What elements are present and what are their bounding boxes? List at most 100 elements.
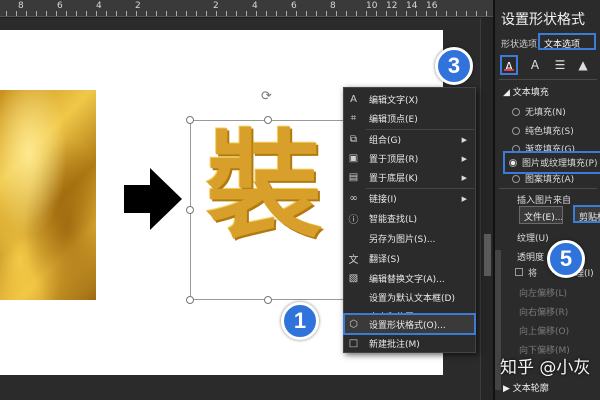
radio-solid-fill[interactable]: 纯色填充(S) xyxy=(512,124,574,137)
menu-item-label: 编辑顶点(E) xyxy=(369,115,418,125)
text-fill-icon[interactable]: A xyxy=(500,55,518,75)
ruler-tick xyxy=(216,11,217,16)
tab-text-options[interactable]: 文本选项 xyxy=(538,33,596,50)
menu-item-format-shape[interactable]: ⬡ 设置形状格式(O)... xyxy=(343,313,476,335)
ruler-tick xyxy=(196,11,197,16)
ruler-tick xyxy=(186,11,187,16)
radio-icon xyxy=(512,107,520,116)
ruler-label: 4 xyxy=(252,1,258,11)
ruler-tick xyxy=(136,11,137,16)
ruler-tick xyxy=(406,11,407,16)
menu-item-bring-to-front[interactable]: ▣ 置于顶层(R) ▶ xyxy=(344,149,475,168)
ruler-tick xyxy=(336,11,337,16)
right-arrow-shape[interactable] xyxy=(124,168,182,230)
menu-item-label: 编辑文字(X) xyxy=(369,96,419,106)
ruler-label: 8 xyxy=(18,1,24,11)
resize-handle[interactable] xyxy=(186,206,194,214)
group-icon: ⧉ xyxy=(349,134,358,145)
menu-item-label: 置于底层(K) xyxy=(369,174,418,184)
ruler-tick xyxy=(456,11,457,16)
transparency-label: 透明度 xyxy=(517,253,545,263)
radio-label: 图片或纹理填充(P) xyxy=(522,159,598,169)
vertical-scrollbar[interactable] xyxy=(480,18,493,400)
menu-item-alt-text[interactable]: ▧ 编辑替换文字(A)... xyxy=(344,269,475,288)
offset-right-label: 向右偏移(R) xyxy=(519,308,569,318)
ruler-label: 12 xyxy=(386,1,398,11)
menu-item-send-to-back[interactable]: ▤ 置于底层(K) ▶ xyxy=(344,168,475,187)
submenu-arrow-icon: ▶ xyxy=(461,194,467,203)
textbox-icon[interactable]: ☰ xyxy=(551,55,569,75)
menu-item-link[interactable]: ∞ 链接(I) ▶ xyxy=(344,189,475,208)
menu-item-set-default-textbox[interactable]: 设置为默认文本框(D) xyxy=(344,288,475,307)
ruler-tick xyxy=(256,11,257,16)
ruler-tick xyxy=(316,11,317,16)
menu-item-save-as-picture[interactable]: 另存为图片(S)... xyxy=(344,229,475,248)
menu-item-label: 编辑替换文字(A)... xyxy=(369,275,445,285)
radio-icon xyxy=(512,144,520,153)
resize-handle[interactable] xyxy=(186,116,194,124)
menu-item-label: 置于顶层(R) xyxy=(369,155,419,165)
ruler-tick xyxy=(276,11,277,16)
ruler-tick xyxy=(96,11,97,16)
menu-item-label: 设置形状格式(O)... xyxy=(369,320,446,331)
gold-foil-image[interactable] xyxy=(0,90,96,300)
smart-lookup-icon: ⓘ xyxy=(348,215,359,226)
translate-icon: 文 xyxy=(348,255,359,266)
tile-checkbox[interactable] xyxy=(515,268,523,276)
menu-item-edit-text[interactable]: A 编辑文字(X) xyxy=(344,90,475,109)
menu-item-smart-lookup[interactable]: ⓘ 智能查找(L) xyxy=(344,209,475,228)
text-effects-icon[interactable]: A xyxy=(526,55,544,75)
ruler-tick xyxy=(6,11,7,16)
clipboard-button[interactable]: 剪贴板 xyxy=(573,205,600,223)
radio-icon xyxy=(512,126,520,135)
ruler-label: 6 xyxy=(57,1,63,11)
radio-icon xyxy=(512,174,520,183)
insert-from-label: 插入图片来自 xyxy=(517,196,572,206)
ruler-tick xyxy=(306,11,307,16)
pane-rule xyxy=(499,79,597,80)
section-text-outline[interactable]: ▶ 文本轮廓 xyxy=(503,381,549,394)
file-button[interactable]: 文件(E)... xyxy=(519,206,563,224)
ruler-tick xyxy=(126,11,127,16)
resize-handle[interactable] xyxy=(264,296,272,304)
ruler-tick xyxy=(386,11,387,16)
send-to-back-icon: ▤ xyxy=(348,172,359,183)
menu-item-label: 链接(I) xyxy=(369,195,397,205)
horizontal-ruler: 8 6 4 2 2 4 6 8 10 12 14 16 xyxy=(0,0,493,17)
ruler-tick xyxy=(176,11,177,16)
format-shape-pane: 设置形状格式 形状选项 文本选项 A A ☰ ▲ ◢ 文本填充 无填充(N) 纯… xyxy=(495,0,600,400)
ruler-label: 6 xyxy=(291,1,297,11)
tab-shape-options[interactable]: 形状选项 xyxy=(501,37,537,50)
rotate-handle-icon[interactable]: ⟳ xyxy=(261,89,272,104)
ruler-tick xyxy=(66,11,67,16)
context-menu: A 编辑文字(X) ⌗ 编辑顶点(E) ⧉ 组合(G) ▶ ▣ 置于顶层(R) ▶ ▤ 置于底… xyxy=(343,87,476,353)
menu-item-edit-points[interactable]: ⌗ 编辑顶点(E) xyxy=(344,109,475,128)
menu-item-label: 智能查找(L) xyxy=(369,215,418,225)
resize-handle[interactable] xyxy=(186,296,194,304)
menu-item-translate[interactable]: 文翻译(S) xyxy=(344,249,475,268)
bring-to-front-icon: ▣ xyxy=(348,153,359,164)
radio-no-fill[interactable]: 无填充(N) xyxy=(512,105,566,118)
gold-text-character[interactable]: 裝 xyxy=(206,128,322,244)
menu-item-label: 另存为图片(S)... xyxy=(369,235,436,245)
menu-item-label: 组合(G) xyxy=(369,136,401,146)
radio-picture-texture-fill[interactable]: 图片或纹理填充(P) xyxy=(502,151,600,174)
section-text-fill[interactable]: ◢ 文本填充 xyxy=(503,85,549,98)
alt-text-icon: ▧ xyxy=(348,273,359,284)
ruler-tick xyxy=(486,11,487,16)
ruler-tick xyxy=(226,11,227,16)
ruler-label: 2 xyxy=(135,1,141,11)
submenu-arrow-icon: ▶ xyxy=(461,173,467,182)
picture-icon[interactable]: ▲ xyxy=(574,55,592,75)
ruler-tick xyxy=(76,11,77,16)
scrollbar-thumb[interactable] xyxy=(484,234,491,276)
menu-item-new-comment[interactable]: □ 新建批注(M) xyxy=(344,334,475,353)
radio-pattern-fill[interactable]: 图案填充(A) xyxy=(512,172,574,185)
ruler-tick xyxy=(356,11,357,16)
edit-points-icon: ⌗ xyxy=(350,113,357,124)
step-badge-1: 1 xyxy=(281,302,319,340)
ruler-tick xyxy=(46,11,47,16)
menu-item-group[interactable]: ⧉ 组合(G) ▶ xyxy=(344,130,475,149)
ruler-tick xyxy=(36,11,37,16)
offset-left-label: 向左偏移(L) xyxy=(519,289,568,299)
